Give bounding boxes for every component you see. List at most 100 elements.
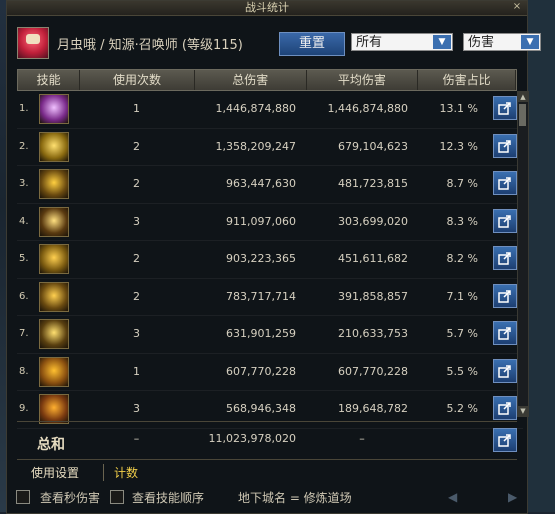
character-avatar: [17, 27, 49, 59]
skill-icon-5[interactable]: [39, 244, 69, 274]
row-share-button[interactable]: [493, 358, 517, 383]
scroll-down-icon[interactable]: ▼: [518, 406, 528, 416]
share-icon: [498, 289, 511, 303]
row-uses: 3: [133, 327, 140, 340]
col-skill[interactable]: 技能: [18, 70, 81, 90]
scroll-thumb[interactable]: [519, 104, 526, 126]
table-row: 8. 1 607,770,228 607,770,228 5.5 %: [17, 354, 523, 391]
prev-arrow-icon[interactable]: ◀: [448, 490, 457, 504]
row-total-damage: 911,097,060: [226, 214, 296, 228]
row-share-button[interactable]: [493, 133, 517, 158]
check-dps-label: 查看秒伤害: [40, 491, 101, 505]
scroll-up-icon[interactable]: ▲: [518, 92, 528, 102]
tab-count[interactable]: 计数: [103, 464, 138, 481]
row-avg-damage: 303,699,020: [338, 214, 408, 228]
row-rank: 9.: [19, 403, 29, 414]
row-uses: 2: [133, 139, 140, 153]
row-avg-damage: 1,446,874,880: [327, 102, 408, 115]
row-total-damage: 963,447,630: [226, 177, 296, 190]
table-row: 6. 2 783,717,714 391,858,857 7.1 %: [17, 279, 523, 316]
skill-icon-9[interactable]: [39, 394, 69, 424]
row-share-button[interactable]: [493, 396, 517, 420]
row-share-button[interactable]: [493, 208, 517, 233]
share-icon: [498, 177, 511, 190]
share-icon: [498, 139, 511, 153]
skill-icon-1[interactable]: [39, 94, 69, 124]
skill-icon-4[interactable]: [39, 206, 69, 237]
close-button[interactable]: ×: [511, 1, 523, 13]
row-rank: 4.: [19, 215, 29, 227]
row-share-button[interactable]: [493, 246, 517, 270]
row-damage-share: 5.2 %: [446, 402, 478, 415]
summary-uses: –: [133, 432, 140, 445]
share-icon: [498, 402, 511, 415]
check-order-label: 查看技能顺序: [132, 491, 205, 505]
row-uses: 2: [133, 289, 140, 303]
row-share-button[interactable]: [493, 171, 517, 195]
row-damage-share: 8.2 %: [446, 252, 478, 265]
col-uses[interactable]: 使用次数: [80, 70, 195, 90]
skill-icon-3[interactable]: [39, 169, 69, 199]
row-avg-damage: 210,633,753: [338, 327, 408, 340]
row-total-damage: 568,946,348: [226, 402, 296, 415]
filter-select-value: 所有: [356, 35, 383, 50]
row-uses: 3: [133, 402, 140, 415]
tab-settings[interactable]: 使用设置: [31, 464, 79, 481]
row-share-button[interactable]: [493, 321, 517, 345]
row-damage-share: 7.1 %: [446, 289, 478, 303]
check-dps-checkbox[interactable]: [16, 490, 30, 504]
dungeon-name: 地下城名 = 修炼道场: [238, 491, 352, 505]
filter-select[interactable]: 所有 ▼: [351, 33, 453, 51]
chevron-down-icon[interactable]: ▼: [521, 35, 539, 49]
table-row: 2. 2 1,358,209,247 679,104,623 12.3 %: [17, 129, 523, 166]
row-total-damage: 1,358,209,247: [215, 139, 296, 153]
row-total-damage: 631,901,259: [226, 327, 296, 340]
bottom-tabs: 使用设置 计数: [17, 459, 517, 482]
chevron-down-icon[interactable]: ▼: [433, 35, 451, 49]
row-avg-damage: 189,648,782: [338, 402, 408, 415]
next-arrow-icon[interactable]: ▶: [508, 490, 517, 504]
summary-total: 11,023,978,020: [208, 432, 296, 445]
table-row: 3. 2 963,447,630 481,723,815 8.7 %: [17, 166, 523, 204]
table-header: 技能 使用次数 总伤害 平均伤害 伤害占比: [17, 69, 517, 91]
row-share-button[interactable]: [493, 96, 517, 120]
metric-select[interactable]: 伤害 ▼: [463, 33, 541, 51]
row-damage-share: 12.3 %: [439, 139, 478, 153]
row-total-damage: 903,223,365: [226, 252, 296, 265]
row-avg-damage: 607,770,228: [338, 364, 408, 378]
row-uses: 1: [133, 364, 140, 378]
summary-label: 总和: [37, 437, 65, 453]
row-rank: 5.: [19, 253, 29, 264]
check-order-checkbox[interactable]: [110, 490, 124, 504]
share-icon: [498, 434, 511, 447]
skill-icon-2[interactable]: [39, 131, 69, 162]
share-icon: [498, 327, 511, 340]
row-uses: 2: [133, 177, 140, 190]
combat-stats-window: 战斗统计 × 月虫哦 / 知源·召唤师 (等级115) 重置 所有 ▼ 伤害 ▼…: [6, 0, 541, 514]
row-damage-share: 5.5 %: [446, 364, 478, 378]
table-row: 4. 3 911,097,060 303,699,020 8.3 %: [17, 204, 523, 241]
share-icon: [498, 364, 511, 378]
row-rank: 7.: [19, 328, 29, 339]
window-titlebar[interactable]: 战斗统计 ×: [7, 1, 527, 16]
reset-button[interactable]: 重置: [279, 32, 345, 56]
skill-icon-7[interactable]: [39, 319, 69, 349]
col-total-damage[interactable]: 总伤害: [195, 70, 307, 90]
table-row: 7. 3 631,901,259 210,633,753 5.7 %: [17, 316, 523, 354]
summary-avg: –: [359, 432, 365, 445]
row-total-damage: 1,446,874,880: [215, 102, 296, 115]
row-uses: 1: [133, 102, 140, 115]
row-rank: 6.: [19, 290, 29, 302]
table-scrollbar[interactable]: ▲ ▼: [517, 91, 529, 417]
col-damage-share[interactable]: 伤害占比: [418, 70, 517, 90]
character-name: 月虫哦 / 知源·召唤师 (等级115): [57, 38, 243, 53]
metric-select-value: 伤害: [468, 35, 495, 50]
row-rank: 8.: [19, 365, 29, 377]
skill-icon-8[interactable]: [39, 356, 69, 387]
col-avg-damage[interactable]: 平均伤害: [307, 70, 419, 90]
summary-row: 总和 – 11,023,978,020 –: [17, 421, 517, 456]
summary-share-button[interactable]: [493, 428, 517, 452]
row-share-button[interactable]: [493, 283, 517, 308]
row-rank: 3.: [19, 178, 29, 189]
skill-icon-6[interactable]: [39, 281, 69, 312]
